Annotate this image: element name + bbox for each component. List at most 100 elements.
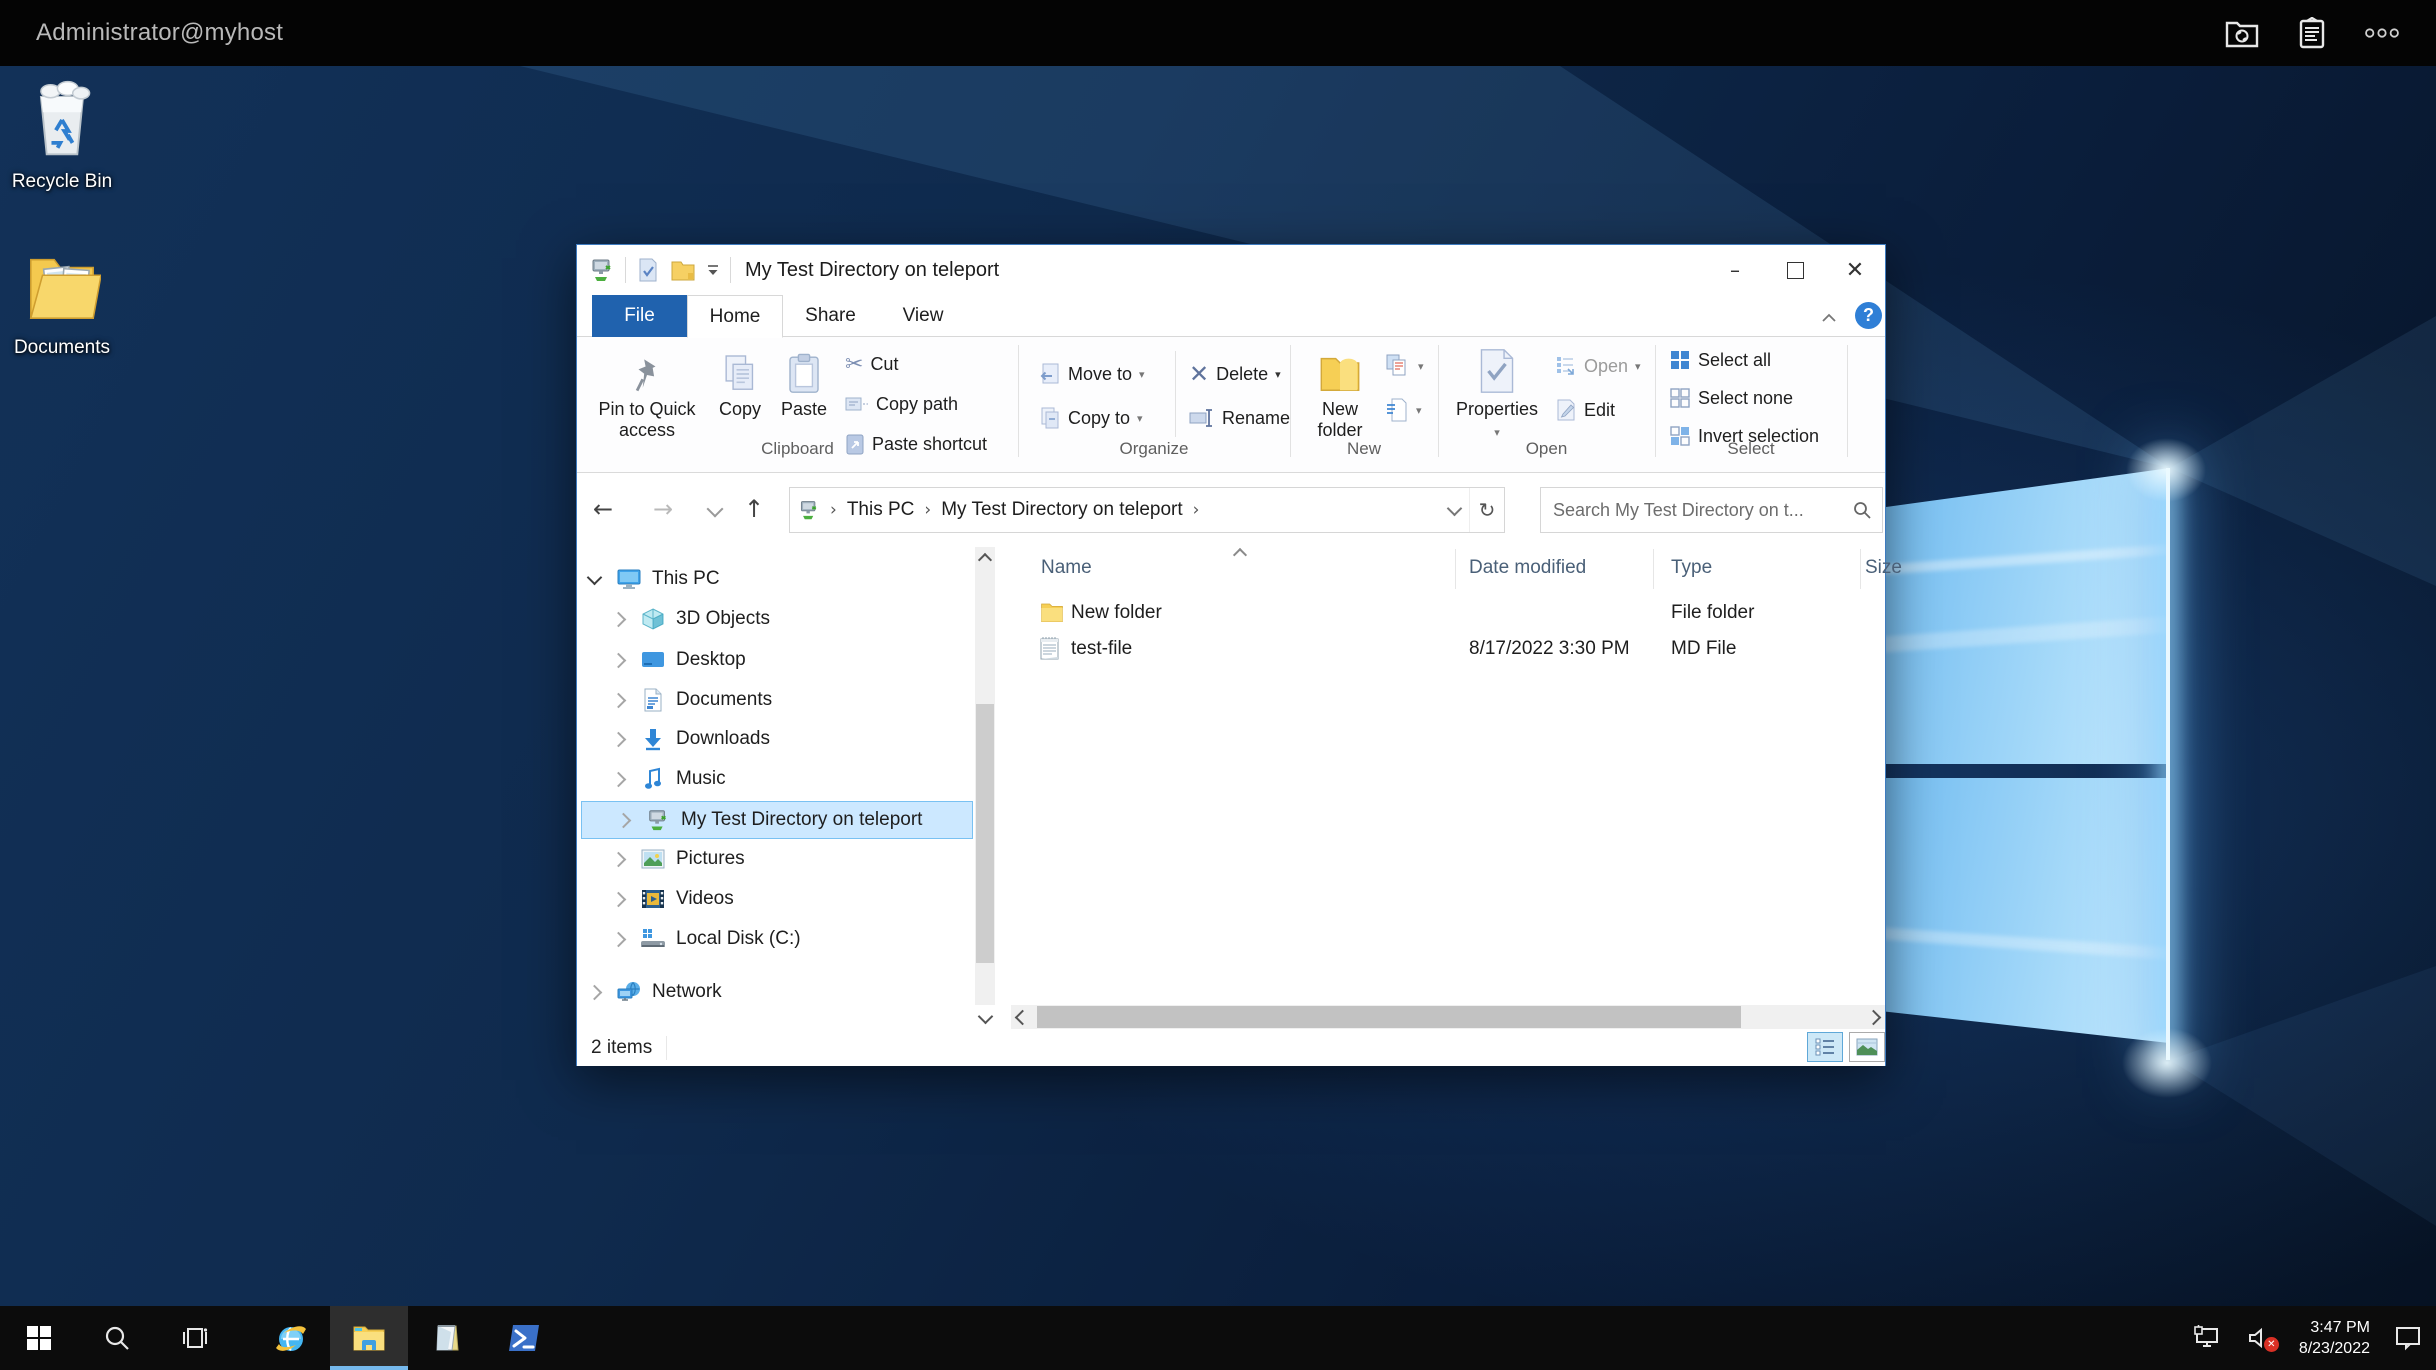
select-all-button[interactable]: Select all (1669, 345, 1771, 375)
recent-locations-caret-icon[interactable] (707, 501, 724, 518)
chevron-collapsed-icon[interactable] (611, 731, 627, 747)
breadcrumb-this-pc[interactable]: This PC (847, 499, 915, 521)
tab-file[interactable]: File (592, 295, 687, 337)
tree-item-desktop[interactable]: Desktop (577, 641, 973, 679)
file-row-new-folder[interactable]: New folder File folder (1011, 596, 1885, 632)
tab-share[interactable]: Share (783, 295, 878, 337)
address-bar[interactable]: › This PC › My Test Directory on telepor… (789, 487, 1505, 533)
chevron-collapsed-icon[interactable] (587, 984, 603, 1000)
internet-explorer-button[interactable] (252, 1306, 330, 1370)
desktop-icon-documents[interactable]: Documents (4, 244, 120, 359)
large-icons-view-toggle[interactable] (1849, 1032, 1885, 1062)
tree-item-downloads[interactable]: Downloads (577, 720, 973, 758)
up-icon[interactable]: ↑ (744, 491, 764, 527)
cut-button[interactable]: ✂ Cut (845, 349, 898, 379)
minimize-ribbon-icon[interactable] (1821, 307, 1837, 329)
tree-scrollbar[interactable] (975, 547, 995, 1005)
paste-icon (787, 343, 821, 395)
column-header-date-modified[interactable]: Date modified (1469, 557, 1586, 579)
select-none-button[interactable]: Select none (1669, 383, 1793, 413)
tree-item-pictures[interactable]: Pictures (577, 840, 973, 878)
open-button[interactable]: Open▾ (1555, 351, 1641, 381)
delete-button[interactable]: ✕ Delete▾ (1189, 359, 1281, 389)
tree-item-this-pc[interactable]: This PC (577, 560, 973, 598)
properties-button[interactable]: Properties▾ (1449, 343, 1545, 443)
paste-button[interactable]: Paste (773, 343, 835, 420)
task-view-button[interactable] (156, 1306, 234, 1370)
column-header-size[interactable]: Size (1865, 557, 1902, 579)
scroll-right-icon[interactable] (1866, 1010, 1882, 1026)
powershell-taskbar-button[interactable] (486, 1306, 564, 1370)
tree-item-local-disk-c[interactable]: Local Disk (C:) (577, 920, 973, 958)
copy-path-button[interactable]: Copy path (845, 389, 958, 419)
address-dropdown-icon[interactable] (1439, 488, 1469, 532)
breadcrumb-current-folder[interactable]: My Test Directory on teleport (941, 499, 1182, 521)
more-options-icon[interactable] (2364, 15, 2400, 51)
pin-to-quick-access-button[interactable]: Pin to Quickaccess (587, 343, 707, 441)
move-to-button[interactable]: Move to▾ (1039, 359, 1145, 389)
action-center-icon[interactable] (2394, 1325, 2422, 1351)
new-folder-quick-icon[interactable] (670, 258, 696, 282)
easy-access-button[interactable]: ▾ (1385, 395, 1422, 425)
file-transfer-icon[interactable] (2224, 15, 2260, 51)
chevron-collapsed-icon[interactable] (611, 652, 627, 668)
forward-icon[interactable]: → (653, 491, 673, 527)
3d-objects-icon (640, 607, 666, 631)
network-tray-icon[interactable] (2193, 1325, 2223, 1351)
scrollbar-thumb[interactable] (976, 704, 994, 963)
customize-toolbar-caret-icon[interactable] (706, 264, 720, 276)
tab-view[interactable]: View (878, 295, 968, 337)
close-button[interactable]: ✕ (1825, 245, 1885, 295)
clipboard-icon[interactable] (2294, 15, 2330, 51)
chevron-collapsed-icon[interactable] (611, 891, 627, 907)
file-explorer-taskbar-button[interactable] (330, 1306, 408, 1370)
scrollbar-thumb[interactable] (1037, 1006, 1741, 1028)
details-view-toggle[interactable] (1807, 1032, 1843, 1062)
tree-item-videos[interactable]: Videos (577, 880, 973, 918)
chevron-collapsed-icon[interactable] (611, 931, 627, 947)
taskbar-clock[interactable]: 3:47 PM 8/23/2022 (2299, 1317, 2370, 1359)
tree-item-documents[interactable]: Documents (577, 681, 973, 719)
notepad-taskbar-button[interactable] (408, 1306, 486, 1370)
chevron-collapsed-icon[interactable] (611, 771, 627, 787)
scroll-left-icon[interactable] (1015, 1010, 1031, 1026)
help-icon[interactable]: ? (1855, 302, 1882, 329)
minimize-button[interactable]: – (1705, 245, 1765, 295)
search-box[interactable] (1540, 487, 1883, 533)
column-header-type[interactable]: Type (1671, 557, 1712, 579)
title-bar[interactable]: My Test Directory on teleport – ✕ (577, 245, 1885, 295)
list-horizontal-scrollbar[interactable] (1011, 1005, 1885, 1029)
search-icon[interactable] (1852, 500, 1872, 520)
chevron-collapsed-icon[interactable] (611, 611, 627, 627)
copy-button[interactable]: Copy (709, 343, 771, 420)
breadcrumb-chevron-icon[interactable]: › (820, 500, 847, 520)
file-row-test-file[interactable]: test-file 8/17/2022 3:30 PM MD File (1011, 632, 1885, 668)
chevron-expanded-icon[interactable] (587, 569, 603, 585)
search-input[interactable] (1541, 500, 1850, 521)
tab-home[interactable]: Home (687, 295, 783, 338)
refresh-icon[interactable]: ↻ (1469, 488, 1504, 532)
edit-button[interactable]: Edit (1555, 395, 1615, 425)
back-icon[interactable]: ← (593, 491, 613, 527)
copy-to-button[interactable]: Copy to▾ (1039, 403, 1143, 433)
volume-muted-tray-icon[interactable]: ✕ (2247, 1326, 2275, 1350)
chevron-collapsed-icon[interactable] (611, 851, 627, 867)
tree-scroll-down-icon[interactable] (978, 1009, 994, 1025)
breadcrumb-chevron-icon[interactable]: › (1183, 500, 1210, 520)
tree-item-music[interactable]: Music (577, 760, 973, 798)
new-item-button[interactable]: ▾ (1385, 351, 1424, 381)
breadcrumb-chevron-icon[interactable]: › (914, 500, 941, 520)
tree-item-my-test-directory[interactable]: My Test Directory on teleport (581, 801, 973, 839)
tree-item-3d-objects[interactable]: 3D Objects (577, 600, 973, 638)
desktop-icon-recycle-bin[interactable]: Recycle Bin (4, 74, 120, 193)
start-button[interactable] (0, 1306, 78, 1370)
taskbar-search-button[interactable] (78, 1306, 156, 1370)
new-folder-button[interactable]: Newfolder (1301, 343, 1379, 441)
chevron-collapsed-icon[interactable] (616, 812, 632, 828)
column-header-name[interactable]: Name (1041, 557, 1092, 579)
chevron-collapsed-icon[interactable] (611, 692, 627, 708)
maximize-button[interactable] (1765, 245, 1825, 295)
rename-button[interactable]: Rename (1189, 403, 1290, 433)
scroll-up-icon[interactable] (978, 553, 992, 567)
properties-quick-icon[interactable] (636, 257, 660, 283)
